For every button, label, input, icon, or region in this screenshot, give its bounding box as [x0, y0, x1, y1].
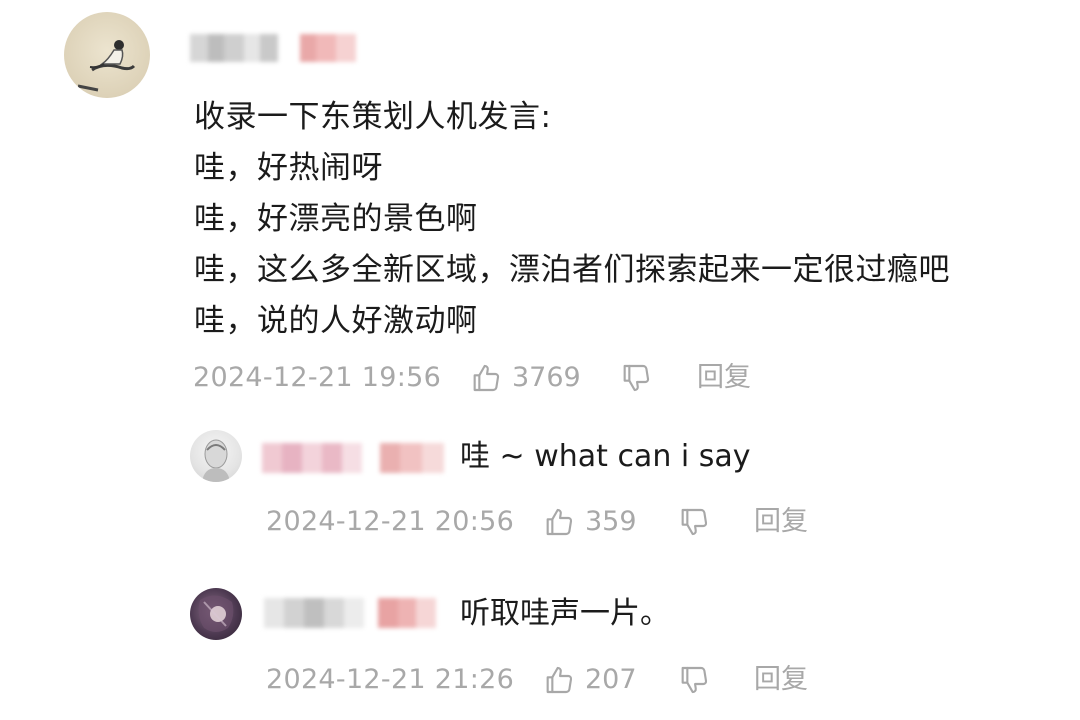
comment-line: 哇，这么多全新区域，漂泊者们探索起来一定很过瘾吧 — [194, 252, 950, 288]
comment-line: 哇，好漂亮的景色啊 — [194, 201, 478, 237]
reply-button[interactable]: 回复 — [697, 358, 751, 398]
avatar-portrait-icon — [202, 439, 230, 482]
reply-button[interactable]: 回复 — [754, 660, 808, 700]
username-blurred[interactable] — [190, 34, 375, 62]
comment-content: 收录一下东策划人机发言: 哇，好热闹呀 哇，好漂亮的景色啊 哇，这么多全新区域，… — [194, 92, 950, 347]
avatar-figure-icon — [77, 40, 136, 92]
thumbs-down-icon — [620, 362, 652, 394]
like-count: 3769 — [512, 362, 581, 393]
dislike-button[interactable] — [678, 660, 710, 700]
reply-text: 哇 ~ what can i say — [460, 439, 751, 474]
like-count: 359 — [585, 506, 637, 537]
like-count: 207 — [585, 664, 637, 695]
comment-timestamp: 2024-12-21 19:56 — [193, 362, 442, 393]
username-blurred[interactable] — [262, 443, 444, 473]
like-button[interactable]: 359 — [543, 502, 637, 542]
reply-text: 听取哇声一片。 — [460, 596, 670, 631]
username-blurred[interactable] — [264, 598, 436, 628]
thumbs-up-icon — [543, 506, 575, 538]
reply-avatar[interactable] — [190, 430, 242, 482]
avatar-character-icon — [198, 595, 234, 632]
thumbs-down-icon — [678, 664, 710, 696]
reply-button[interactable]: 回复 — [754, 502, 808, 542]
dislike-button[interactable] — [620, 358, 652, 398]
reply-avatar[interactable] — [190, 588, 242, 640]
comment-line: 哇，说的人好激动啊 — [194, 303, 478, 339]
comment-meta: 2024-12-21 19:56 3769 回复 — [0, 358, 1080, 398]
comment-thread: 收录一下东策划人机发言: 哇，好热闹呀 哇，好漂亮的景色啊 哇，这么多全新区域，… — [0, 0, 1080, 720]
like-button[interactable]: 3769 — [470, 358, 581, 398]
user-avatar[interactable] — [64, 12, 150, 98]
reply-timestamp: 2024-12-21 21:26 — [266, 664, 515, 695]
comment-line: 收录一下东策划人机发言: — [194, 99, 552, 135]
like-button[interactable]: 207 — [543, 660, 637, 700]
reply-meta: 2024-12-21 21:26 207 回复 — [0, 660, 1080, 700]
thumbs-up-icon — [470, 362, 502, 394]
reply-meta: 2024-12-21 20:56 359 回复 — [0, 502, 1080, 542]
comment-line: 哇，好热闹呀 — [194, 150, 383, 186]
reply-timestamp: 2024-12-21 20:56 — [266, 506, 515, 537]
thumbs-down-icon — [678, 506, 710, 538]
dislike-button[interactable] — [678, 502, 710, 542]
thumbs-up-icon — [543, 664, 575, 696]
